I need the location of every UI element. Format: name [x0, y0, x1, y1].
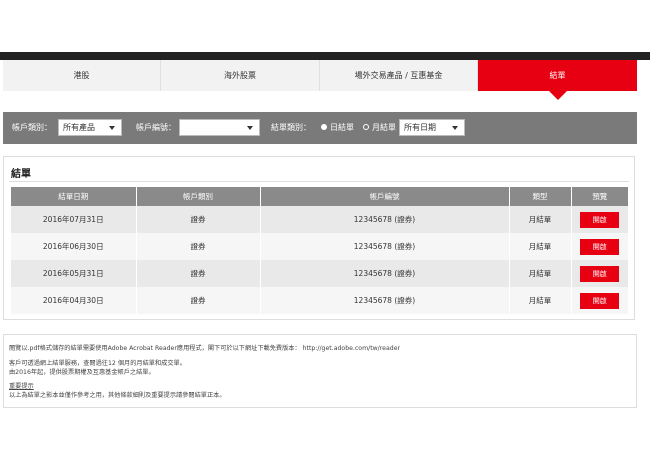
tab-overseas-stocks[interactable]: 海外股票: [161, 60, 320, 91]
chevron-down-icon: [452, 126, 458, 130]
chevron-down-icon: [109, 126, 115, 130]
top-dark-bar: [0, 52, 650, 60]
preview-cell: 開啟: [571, 206, 628, 233]
panel-title: 結單: [11, 169, 31, 180]
account-number-cell: 12345678 (證券): [260, 287, 510, 314]
table-row: 2016年04月30日 證券 12345678 (證券) 月結單 開啟: [11, 287, 628, 314]
column-header: 類型: [509, 187, 572, 206]
open-button[interactable]: 開啟: [580, 238, 620, 255]
important-notice-link-wrapper: 重要提示: [9, 381, 34, 390]
table-row: 2016年05月31日 證券 12345678 (證券) 月結單 開啟: [11, 260, 628, 287]
date-value: 所有日期: [404, 123, 436, 132]
account-number-cell: 12345678 (證券): [260, 206, 510, 233]
filter-bar: 帳戶類別： 所有產品 帳戶編號： 結單類別： 日結單 月結單 所有日期: [3, 112, 637, 144]
account-number-cell: 12345678 (證券): [260, 233, 510, 260]
statement-date: 2016年04月30日: [11, 287, 137, 314]
statement-type-cell: 月結單: [509, 233, 572, 260]
note-disclaimer: 以上為結單之影本並僅作參考之用，其他條款細則及重要提示請參閱結單正本。: [9, 392, 226, 399]
statements-table: 結單日期 帳戶類別 帳戶編號 類型 預覽 2016年07月31日 證券 1234…: [11, 187, 628, 314]
note-online-statements: 客戶可透過網上結單服務，查閱過往12 個月的月結單和成交單。: [9, 360, 186, 367]
panel-divider: [9, 181, 629, 182]
statement-date: 2016年07月31日: [11, 206, 137, 233]
notes-panel: 閱覽以.pdf格式儲存的結單需要使用Adobe Acrobat Reader應用…: [3, 334, 637, 408]
open-button[interactable]: 開啟: [580, 292, 620, 309]
note-adobe-reader: 閱覽以.pdf格式儲存的結單需要使用Adobe Acrobat Reader應用…: [9, 345, 401, 352]
preview-cell: 開啟: [571, 260, 628, 287]
tab-bar: 港股 海外股票 場外交易產品 / 互惠基金 結單: [3, 60, 637, 100]
preview-cell: 開啟: [571, 287, 628, 314]
important-notice-link[interactable]: 重要提示: [9, 383, 34, 390]
monthly-statement-label: 月結單: [372, 123, 396, 132]
column-header: 結單日期: [11, 187, 137, 206]
date-select[interactable]: 所有日期: [399, 119, 465, 136]
account-number-select[interactable]: [179, 119, 260, 136]
tab-hk-stocks[interactable]: 港股: [3, 60, 161, 91]
column-header: 帳戶類別: [136, 187, 261, 206]
account-number-label: 帳戶編號：: [136, 123, 176, 132]
tab-otc-products-funds[interactable]: 場外交易產品 / 互惠基金: [320, 60, 478, 91]
account-type-cell: 證券: [136, 260, 261, 287]
note-2016-statements: 由2016年起，提供股票期權及互惠基金帳戶之結單。: [9, 369, 155, 376]
statements-panel: 結單 結單日期 帳戶類別 帳戶編號 類型 預覽 2016年07月31日 證券 1…: [3, 156, 635, 320]
table-header-row: 結單日期 帳戶類別 帳戶編號 類型 預覽: [11, 187, 628, 206]
column-header: 帳戶編號: [260, 187, 510, 206]
statement-date: 2016年06月30日: [11, 233, 137, 260]
statement-type-cell: 月結單: [509, 206, 572, 233]
account-type-value: 所有產品: [63, 123, 95, 132]
tab-statements[interactable]: 結單: [478, 60, 637, 100]
chevron-down-icon: [247, 126, 253, 130]
daily-statement-label: 日結單: [330, 123, 354, 132]
open-button[interactable]: 開啟: [580, 265, 620, 282]
statement-type-cell: 月結單: [509, 287, 572, 314]
account-type-cell: 證券: [136, 206, 261, 233]
monthly-statement-radio[interactable]: [363, 124, 369, 130]
column-header: 預覽: [571, 187, 628, 206]
account-number-cell: 12345678 (證券): [260, 260, 510, 287]
preview-cell: 開啟: [571, 233, 628, 260]
statement-type-cell: 月結單: [509, 260, 572, 287]
statement-date: 2016年05月31日: [11, 260, 137, 287]
table-row: 2016年07月31日 證券 12345678 (證券) 月結單 開啟: [11, 206, 628, 233]
account-type-label: 帳戶類別：: [12, 123, 52, 132]
daily-statement-radio[interactable]: [321, 124, 327, 130]
table-row: 2016年06月30日 證券 12345678 (證券) 月結單 開啟: [11, 233, 628, 260]
account-type-cell: 證券: [136, 287, 261, 314]
statement-type-label: 結單類別：: [271, 123, 311, 132]
open-button[interactable]: 開啟: [580, 211, 620, 228]
account-type-select[interactable]: 所有產品: [58, 119, 122, 136]
account-type-cell: 證券: [136, 233, 261, 260]
